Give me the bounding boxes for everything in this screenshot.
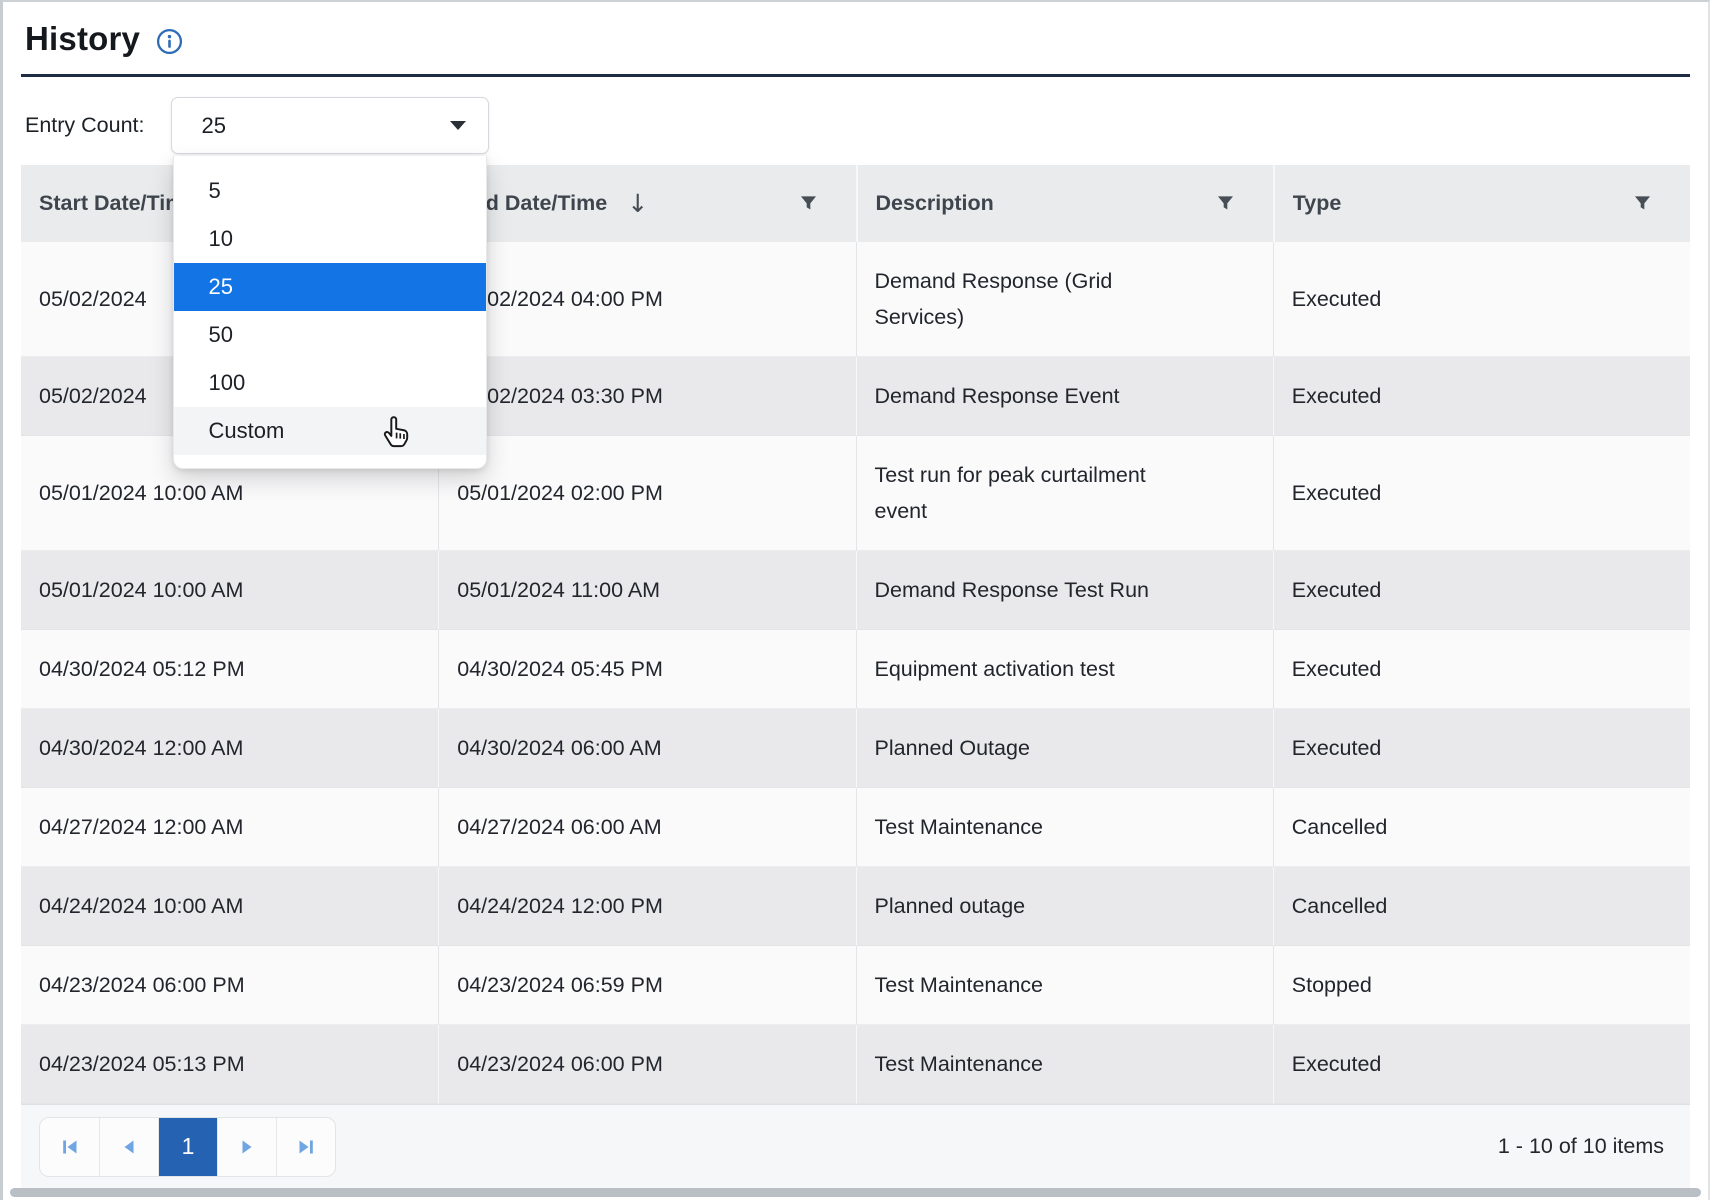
start-date-cell: 04/23/2024 05:13 PM [21, 1025, 438, 1104]
entry-count-option-25[interactable]: 25 [174, 263, 486, 311]
start-date-cell: 04/30/2024 05:12 PM [21, 630, 438, 709]
start-date-cell: 04/30/2024 12:00 AM [21, 709, 438, 788]
filter-icon[interactable] [1216, 194, 1235, 213]
start-date-cell: 04/27/2024 12:00 AM [21, 788, 438, 867]
table-row: 04/23/2024 05:13 PM 04/23/2024 06:00 PM … [21, 1025, 1690, 1104]
entry-count-row: Entry Count: 25 5102550100Custom [25, 97, 1690, 154]
start-date-cell: 04/23/2024 06:00 PM [21, 946, 438, 1025]
first-page-icon [59, 1136, 81, 1158]
entry-count-option-10[interactable]: 10 [174, 215, 486, 263]
last-page-button[interactable] [276, 1118, 335, 1176]
end-date-cell: 05/01/2024 02:00 PM [438, 436, 855, 551]
description-cell: Equipment activation test [856, 630, 1273, 709]
entry-count-label: Entry Count: [25, 113, 145, 138]
table-footer: 1 1 - 10 of 10 items [21, 1104, 1690, 1188]
type-cell: Cancelled [1273, 788, 1690, 867]
entry-count-option-custom[interactable]: Custom [174, 407, 486, 455]
items-summary: 1 - 10 of 10 items [1498, 1134, 1664, 1159]
sort-descending-icon: ↓ [627, 191, 648, 216]
end-date-cell: 05/02/2024 03:30 PM [438, 357, 855, 436]
pager: 1 [39, 1117, 336, 1177]
page-header: History [21, 2, 1690, 74]
entry-count-options: 5102550100Custom [174, 167, 486, 455]
table-row: 04/27/2024 12:00 AM 04/27/2024 06:00 AM … [21, 788, 1690, 867]
next-page-icon [236, 1136, 258, 1158]
previous-page-button[interactable] [99, 1118, 158, 1176]
description-cell: Test run for peak curtailment event [856, 436, 1273, 551]
description-cell: Planned Outage [856, 709, 1273, 788]
first-page-button[interactable] [40, 1118, 99, 1176]
end-date-cell: 05/01/2024 11:00 AM [438, 551, 855, 630]
table-row: 04/23/2024 06:00 PM 04/23/2024 06:59 PM … [21, 946, 1690, 1025]
description-cell: Planned outage [856, 867, 1273, 946]
end-date-cell: 04/30/2024 05:45 PM [438, 630, 855, 709]
entry-count-dropdown: 5102550100Custom [173, 156, 487, 469]
column-header-label: Description [876, 191, 994, 216]
type-cell: Executed [1273, 551, 1690, 630]
filter-icon[interactable] [1633, 194, 1652, 213]
description-cell: Demand Response (Grid Services) [856, 242, 1273, 357]
type-cell: Executed [1273, 242, 1690, 357]
description-cell: Demand Response Test Run [856, 551, 1273, 630]
last-page-icon [295, 1136, 317, 1158]
type-cell: Executed [1273, 1025, 1690, 1104]
info-icon[interactable] [156, 28, 183, 55]
column-header-label: Type [1293, 191, 1342, 216]
start-date-cell: 04/24/2024 10:00 AM [21, 867, 438, 946]
type-cell: Cancelled [1273, 867, 1690, 946]
column-header-end-date-time[interactable]: End Date/Time ↓ [438, 165, 855, 242]
type-cell: Executed [1273, 357, 1690, 436]
table-row: 04/30/2024 12:00 AM 04/30/2024 06:00 AM … [21, 709, 1690, 788]
entry-count-option-50[interactable]: 50 [174, 311, 486, 359]
end-date-cell: 04/30/2024 06:00 AM [438, 709, 855, 788]
horizontal-scrollbar[interactable] [10, 1188, 1701, 1197]
description-cell: Test Maintenance [856, 946, 1273, 1025]
end-date-cell: 04/23/2024 06:00 PM [438, 1025, 855, 1104]
column-header-description[interactable]: Description [856, 165, 1273, 242]
description-cell: Test Maintenance [856, 788, 1273, 867]
start-date-cell: 05/01/2024 10:00 AM [21, 551, 438, 630]
description-cell: Test Maintenance [856, 1025, 1273, 1104]
end-date-cell: 04/24/2024 12:00 PM [438, 867, 855, 946]
column-header-type[interactable]: Type [1273, 165, 1690, 242]
type-cell: Executed [1273, 436, 1690, 551]
end-date-cell: 05/02/2024 04:00 PM [438, 242, 855, 357]
description-cell: Demand Response Event [856, 357, 1273, 436]
previous-page-icon [118, 1136, 140, 1158]
end-date-cell: 04/27/2024 06:00 AM [438, 788, 855, 867]
type-cell: Executed [1273, 709, 1690, 788]
filter-icon[interactable] [799, 194, 818, 213]
title-divider [21, 74, 1690, 77]
page-1-button[interactable]: 1 [158, 1118, 217, 1176]
entry-count-value: 25 [202, 113, 226, 139]
table-row: 05/01/2024 10:00 AM 05/01/2024 11:00 AM … [21, 551, 1690, 630]
table-row: 04/30/2024 05:12 PM 04/30/2024 05:45 PM … [21, 630, 1690, 709]
entry-count-option-5[interactable]: 5 [174, 167, 486, 215]
chevron-down-icon [450, 121, 466, 130]
entry-count-select[interactable]: 25 [171, 97, 489, 154]
next-page-button[interactable] [217, 1118, 276, 1176]
type-cell: Executed [1273, 630, 1690, 709]
table-row: 04/24/2024 10:00 AM 04/24/2024 12:00 PM … [21, 867, 1690, 946]
history-page: History Entry Count: 25 5102550100Custom [0, 0, 1710, 1200]
type-cell: Stopped [1273, 946, 1690, 1025]
page-title: History [25, 20, 140, 58]
end-date-cell: 04/23/2024 06:59 PM [438, 946, 855, 1025]
entry-count-option-100[interactable]: 100 [174, 359, 486, 407]
